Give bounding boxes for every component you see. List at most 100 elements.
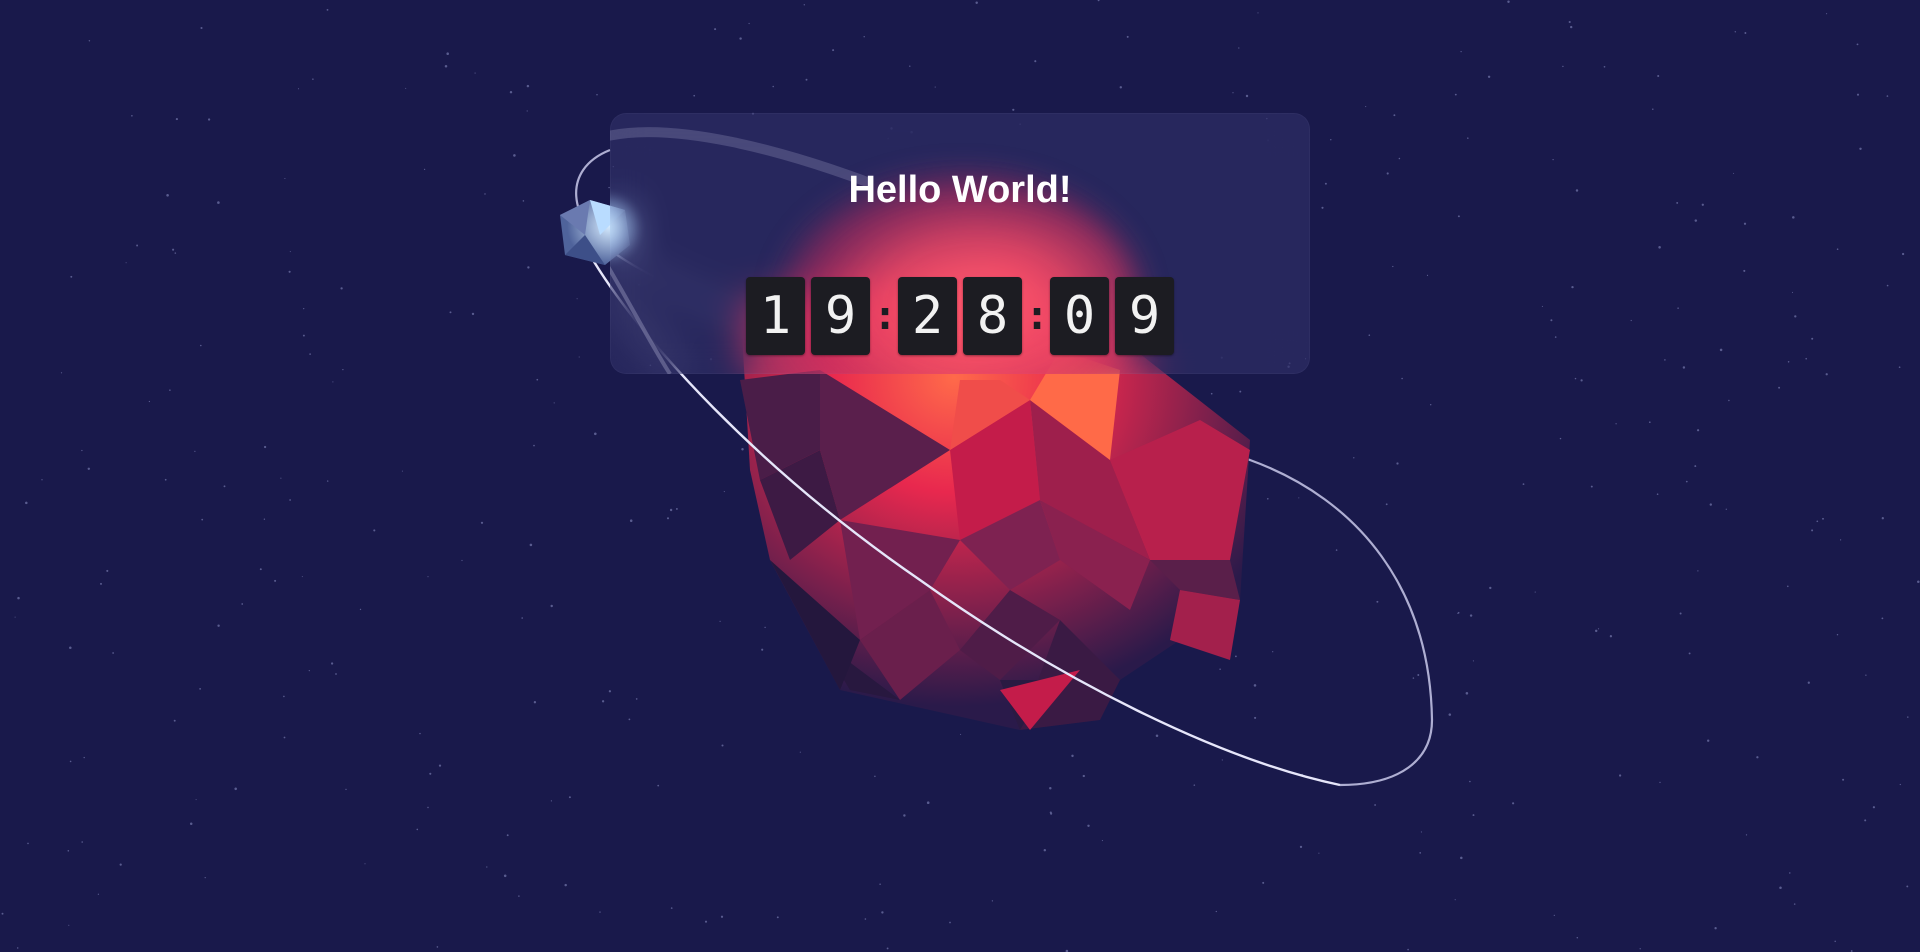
star <box>526 84 530 88</box>
star <box>975 1 978 4</box>
star <box>1318 852 1320 854</box>
star <box>449 311 452 314</box>
star <box>723 491 725 493</box>
star <box>949 921 951 924</box>
star <box>1677 307 1679 309</box>
star <box>173 719 176 722</box>
star <box>166 194 169 197</box>
star <box>666 517 670 520</box>
star <box>112 652 114 654</box>
star <box>364 863 366 865</box>
star <box>340 287 343 290</box>
star <box>721 744 724 747</box>
star <box>1 912 4 915</box>
star <box>1465 692 1469 695</box>
star <box>903 814 906 817</box>
star <box>1652 108 1654 110</box>
star <box>1407 948 1409 951</box>
star <box>693 94 696 97</box>
star <box>1119 86 1123 89</box>
star <box>1239 390 1242 393</box>
star <box>100 582 102 585</box>
star <box>474 72 476 74</box>
star <box>169 389 171 391</box>
star <box>1709 503 1712 506</box>
star <box>1836 634 1839 636</box>
star <box>303 307 305 310</box>
star <box>1743 269 1746 272</box>
star <box>1401 377 1403 380</box>
star <box>1049 787 1052 790</box>
star <box>596 94 598 96</box>
star <box>1609 635 1613 638</box>
star <box>879 883 881 886</box>
star <box>81 449 83 452</box>
star <box>1859 147 1862 151</box>
clock-separator: : <box>873 293 898 339</box>
star <box>529 543 533 547</box>
star <box>1792 216 1795 219</box>
star <box>1324 182 1327 185</box>
star <box>536 378 539 381</box>
star <box>1714 927 1717 930</box>
star <box>1696 429 1700 432</box>
star <box>1353 457 1355 459</box>
star <box>1778 386 1781 389</box>
star <box>1856 43 1859 46</box>
star <box>629 519 633 522</box>
star <box>1580 379 1583 382</box>
star <box>1454 93 1457 96</box>
star <box>1648 421 1651 424</box>
star <box>195 799 197 801</box>
star <box>991 900 994 902</box>
star <box>330 662 334 665</box>
star <box>1087 824 1090 828</box>
star <box>1676 201 1679 204</box>
star <box>926 801 930 804</box>
star <box>1787 361 1790 363</box>
star <box>533 701 537 704</box>
star <box>484 193 486 195</box>
star <box>1864 819 1867 822</box>
star <box>87 467 91 470</box>
star <box>934 86 936 88</box>
star <box>1630 319 1632 322</box>
star <box>81 841 83 843</box>
star <box>719 620 721 622</box>
star <box>131 115 133 117</box>
star <box>772 85 774 88</box>
clock-seconds-tens: 0 <box>1050 277 1109 355</box>
star <box>1374 804 1377 806</box>
star <box>594 432 597 436</box>
clock-seconds-ones: 9 <box>1115 277 1174 355</box>
star <box>263 518 266 520</box>
star <box>1254 716 1257 719</box>
star <box>509 90 513 94</box>
star <box>312 78 314 80</box>
star <box>669 508 673 512</box>
star <box>1615 423 1617 425</box>
star <box>1393 114 1396 117</box>
star <box>886 947 889 950</box>
star <box>1457 215 1460 218</box>
star <box>189 822 193 825</box>
star <box>1272 651 1274 653</box>
star <box>527 266 530 269</box>
star <box>1734 31 1737 33</box>
star <box>204 877 206 879</box>
star <box>289 251 291 253</box>
star <box>1522 483 1525 485</box>
star <box>436 946 439 948</box>
star <box>359 608 362 611</box>
star <box>1825 373 1828 376</box>
star <box>1365 106 1367 108</box>
star <box>1469 780 1471 783</box>
star <box>1298 497 1300 499</box>
star <box>670 907 673 909</box>
star <box>207 118 211 121</box>
star <box>438 764 442 767</box>
star <box>635 698 638 700</box>
star <box>284 177 286 180</box>
star <box>1321 206 1324 209</box>
star <box>881 911 884 914</box>
